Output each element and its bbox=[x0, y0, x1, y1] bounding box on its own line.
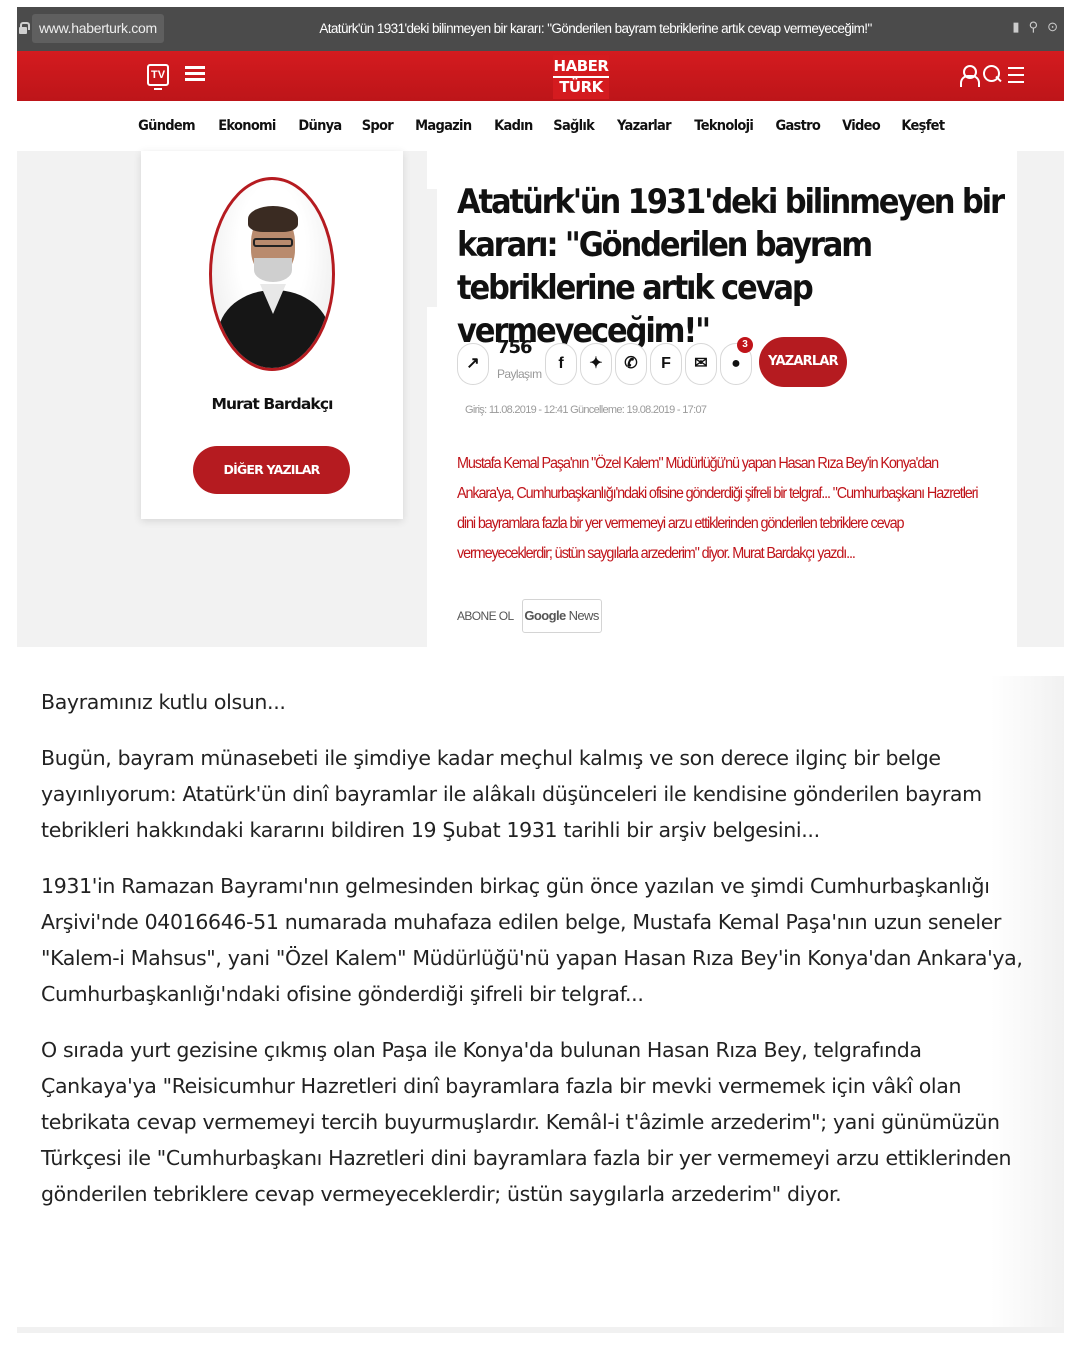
nav-item-kadin[interactable]: Kadın bbox=[494, 118, 533, 134]
bookmark-icon[interactable]: ▮ bbox=[1012, 19, 1019, 35]
share-icon[interactable]: ↗ bbox=[457, 343, 489, 385]
browser-page-title: Atatürk'ün 1931'deki bilinmeyen bir kara… bbox=[319, 21, 872, 36]
nav-item-gundem[interactable]: Gündem bbox=[138, 118, 195, 134]
google-news-button[interactable]: Google News bbox=[521, 599, 602, 633]
site-logo[interactable]: HABER TÜRK bbox=[553, 55, 609, 99]
share-count: 756 bbox=[497, 337, 533, 358]
other-articles-button[interactable]: DİĞER YAZILAR bbox=[193, 446, 350, 494]
main-nav: Gündem Ekonomi Dünya Spor Magazin Kadın … bbox=[17, 101, 1064, 151]
body-paragraph: Bugün, bayram münasebeti ile şimdiye kad… bbox=[41, 746, 982, 842]
whatsapp-icon[interactable]: ✆ bbox=[615, 343, 647, 385]
mail-icon[interactable]: ✉ bbox=[685, 343, 717, 385]
logo-line-2: TÜRK bbox=[559, 78, 603, 96]
article-header-screenshot: www.haberturk.com Atatürk'ün 1931'deki b… bbox=[17, 7, 1064, 647]
twitter-icon[interactable]: ✦ bbox=[580, 343, 612, 385]
share-bar: ↗ 756 Paylaşım f ✦ ✆ F ✉ ● 3 YAZARLAR bbox=[457, 337, 1017, 389]
body-paragraph: 1931'in Ramazan Bayramı'nın gelmesinden … bbox=[41, 874, 1023, 1006]
nav-item-yazarlar[interactable]: Yazarlar bbox=[617, 118, 672, 134]
avatar[interactable] bbox=[209, 177, 335, 371]
lock-icon bbox=[19, 22, 30, 34]
nav-item-saglik[interactable]: Sağlık bbox=[554, 118, 596, 134]
url-field[interactable]: www.haberturk.com bbox=[32, 14, 164, 43]
user-icon[interactable] bbox=[960, 63, 980, 87]
tv-icon[interactable]: TV bbox=[147, 64, 169, 90]
flipboard-icon[interactable]: F bbox=[650, 343, 682, 385]
zoom-icon[interactable]: ⚲ bbox=[1029, 19, 1039, 35]
browser-bar: www.haberturk.com Atatürk'ün 1931'deki b… bbox=[17, 7, 1064, 51]
article-body: Bayramınız kutlu olsun... Bugün, bayram … bbox=[41, 684, 1041, 1232]
site-header: TV HABER TÜRK bbox=[17, 51, 1064, 101]
search-icon[interactable] bbox=[982, 63, 1002, 87]
lock-status-icon[interactable]: ⊙ bbox=[1047, 19, 1058, 35]
body-paragraph: Bayramınız kutlu olsun... bbox=[41, 690, 286, 714]
author-name[interactable]: Murat Bardakçı bbox=[141, 395, 403, 413]
nav-item-ekonomi[interactable]: Ekonomi bbox=[218, 118, 276, 134]
facebook-icon[interactable]: f bbox=[545, 343, 577, 385]
publish-dates: Giriş: 11.08.2019 - 12:41 Güncelleme: 19… bbox=[465, 404, 707, 416]
body-paragraph: O sırada yurt gezisine çıkmış olan Paşa … bbox=[41, 1038, 1012, 1206]
logo-line-1: HABER bbox=[553, 57, 609, 78]
google-news-logo: Google bbox=[524, 608, 566, 623]
subscribe-row: ABONE OL Google News bbox=[457, 599, 602, 633]
nav-item-teknoloji[interactable]: Teknoloji bbox=[694, 118, 754, 134]
nav-item-kesfet[interactable]: Keşfet bbox=[901, 118, 945, 134]
nav-item-gastro[interactable]: Gastro bbox=[776, 118, 821, 134]
nav-item-spor[interactable]: Spor bbox=[362, 118, 394, 134]
article-headline: Atatürk'ün 1931'deki bilinmeyen bir kara… bbox=[457, 182, 1005, 351]
subscribe-label: ABONE OL bbox=[457, 609, 514, 623]
google-news-label: News bbox=[568, 608, 600, 623]
share-count-label: Paylaşım bbox=[497, 367, 542, 381]
menu-icon[interactable] bbox=[1008, 63, 1024, 87]
article-body-screenshot: Bayramınız kutlu olsun... Bugün, bayram … bbox=[17, 676, 1064, 1333]
nav-item-video[interactable]: Video bbox=[842, 118, 881, 134]
writers-button[interactable]: YAZARLAR bbox=[759, 337, 847, 387]
nav-item-dunya[interactable]: Dünya bbox=[298, 118, 342, 134]
comment-count-badge: 3 bbox=[737, 337, 753, 353]
article-summary: Mustafa Kemal Paşa'nın "Özel Kalem" Müdü… bbox=[457, 455, 979, 562]
newspaper-icon[interactable] bbox=[185, 66, 205, 86]
article-header: Atatürk'ün 1931'deki bilinmeyen bir kara… bbox=[427, 151, 1017, 647]
nav-item-magazin[interactable]: Magazin bbox=[415, 118, 472, 134]
author-card: Murat Bardakçı DİĞER YAZILAR bbox=[141, 151, 403, 519]
